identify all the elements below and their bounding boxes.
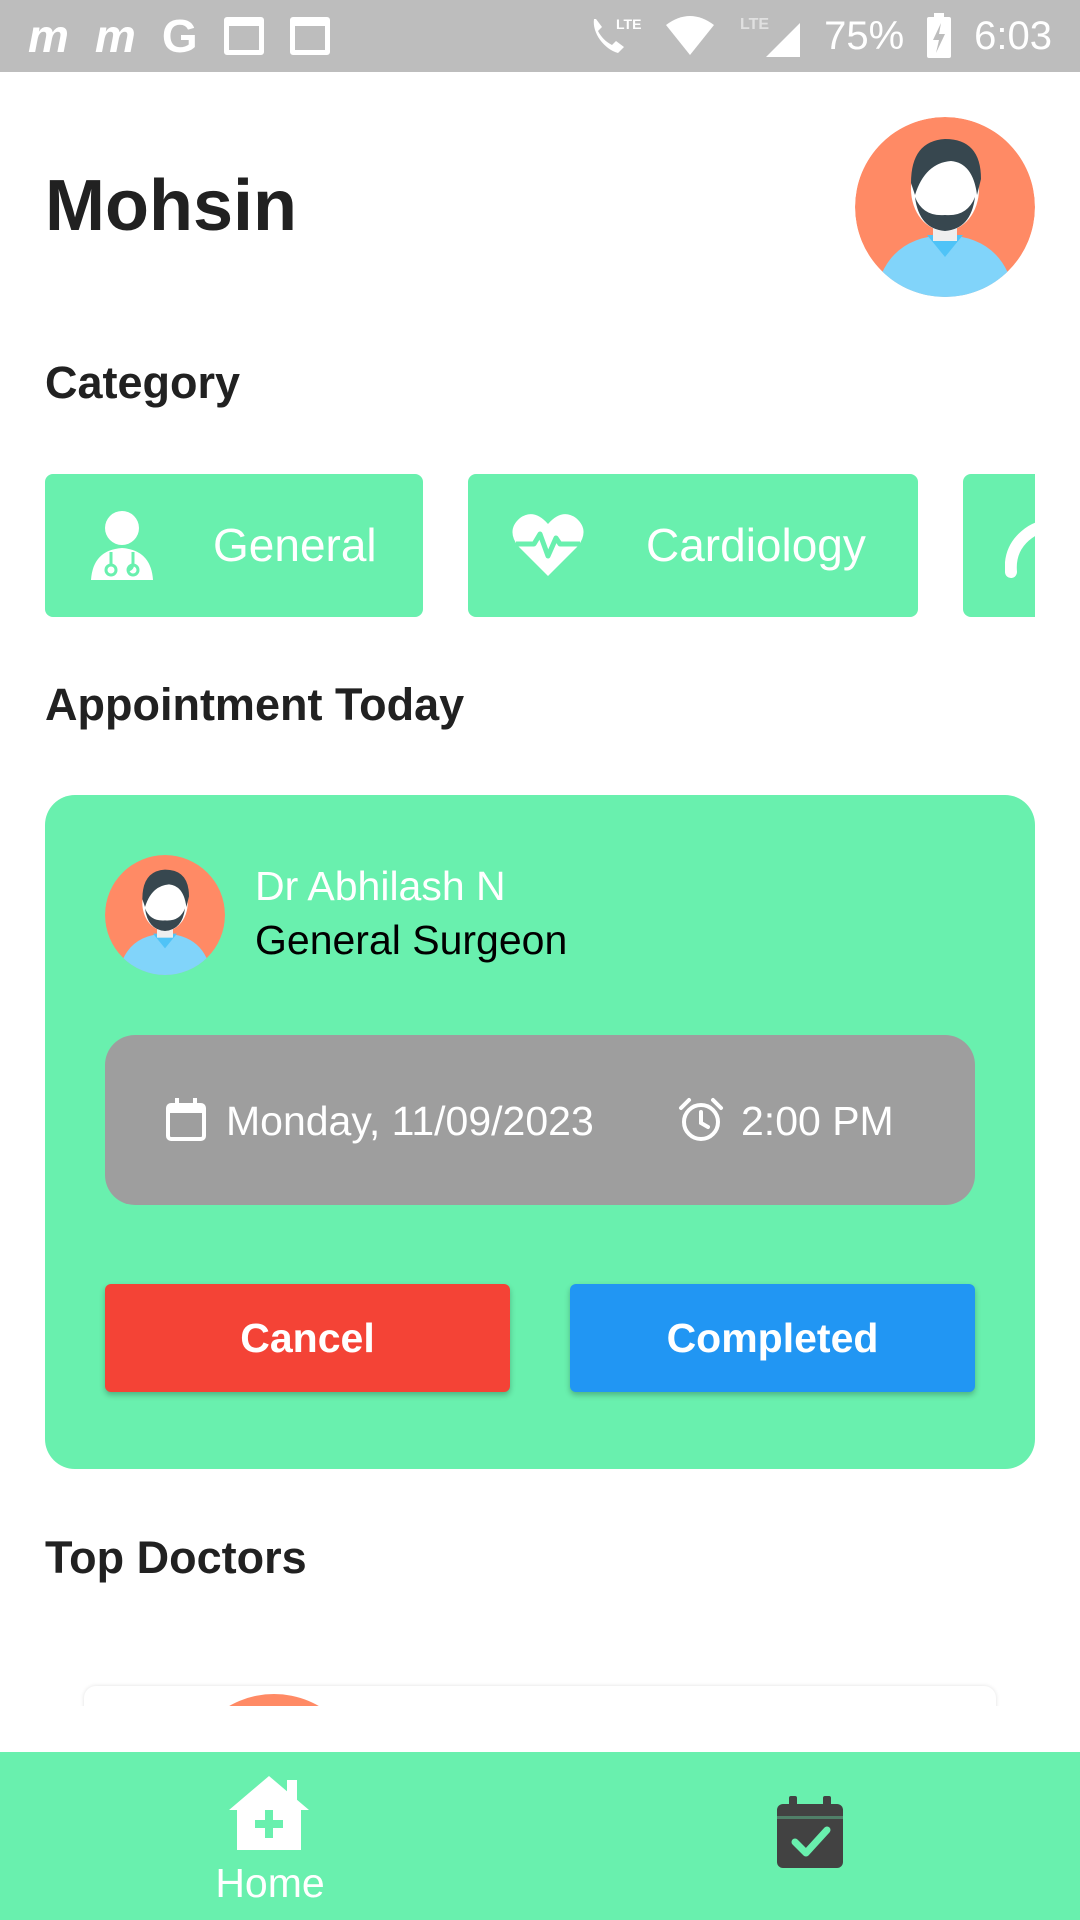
bottom-navigation: Home bbox=[0, 1752, 1080, 1920]
user-avatar-icon[interactable] bbox=[855, 117, 1035, 297]
appointment-time: 2:00 PM bbox=[741, 1098, 894, 1144]
user-name-heading: Mohsin bbox=[45, 166, 297, 246]
svg-text:LTE: LTE bbox=[740, 16, 769, 33]
app-notification-icon: m bbox=[94, 10, 136, 62]
wifi-icon bbox=[666, 16, 715, 55]
nav-home-tab[interactable]: Home bbox=[200, 1774, 340, 1906]
nav-home-label: Home bbox=[215, 1860, 325, 1906]
home-medical-icon bbox=[229, 1776, 309, 1850]
google-icon: G bbox=[161, 10, 198, 62]
battery-percent: 75% bbox=[824, 13, 905, 58]
appointment-date: Monday, 11/09/2023 bbox=[226, 1098, 594, 1144]
category-card-partial[interactable] bbox=[963, 474, 1035, 617]
doctor-specialty: General Surgeon bbox=[255, 917, 568, 963]
status-bar: m m G LTE LTE 75% 6:03 bbox=[0, 0, 1080, 72]
calendar-icon bbox=[289, 17, 330, 55]
category-card-general[interactable]: General bbox=[45, 474, 423, 617]
category-label: Cardiology bbox=[646, 519, 866, 571]
doctor-name: Dr Abhilash N bbox=[255, 863, 506, 909]
doctor-icon bbox=[91, 511, 153, 580]
app-notification-icon: m bbox=[28, 10, 69, 62]
appointment-section-title: Appointment Today bbox=[45, 679, 465, 730]
alarm-clock-icon bbox=[679, 1098, 723, 1141]
top-doctors-section-title: Top Doctors bbox=[45, 1532, 307, 1583]
category-label: General bbox=[213, 519, 377, 571]
calendar-icon bbox=[223, 17, 264, 55]
category-icon bbox=[1005, 523, 1035, 578]
cancel-button[interactable]: Cancel bbox=[105, 1284, 510, 1392]
lte-call-icon: LTE bbox=[593, 16, 641, 53]
appointment-card[interactable]: Dr Abhilash N General Surgeon Monday, 11… bbox=[45, 795, 1035, 1469]
battery-charging-icon bbox=[927, 13, 952, 58]
category-list[interactable]: General Cardiology bbox=[45, 474, 1035, 617]
svg-text:LTE: LTE bbox=[616, 16, 641, 32]
category-card-cardiology[interactable]: Cardiology bbox=[468, 474, 918, 617]
appointment-datetime: Monday, 11/09/2023 2:00 PM bbox=[105, 1035, 975, 1205]
lte-signal-icon: LTE bbox=[740, 16, 801, 57]
calendar-check-icon[interactable] bbox=[775, 1796, 845, 1870]
category-section-title: Category bbox=[45, 357, 241, 408]
heartbeat-icon bbox=[512, 514, 584, 576]
doctor-avatar-icon bbox=[105, 855, 225, 975]
completed-button[interactable]: Completed bbox=[570, 1284, 975, 1392]
clock-time: 6:03 bbox=[974, 13, 1052, 58]
calendar-icon bbox=[166, 1098, 206, 1141]
list-fade-divider bbox=[0, 1706, 1080, 1754]
